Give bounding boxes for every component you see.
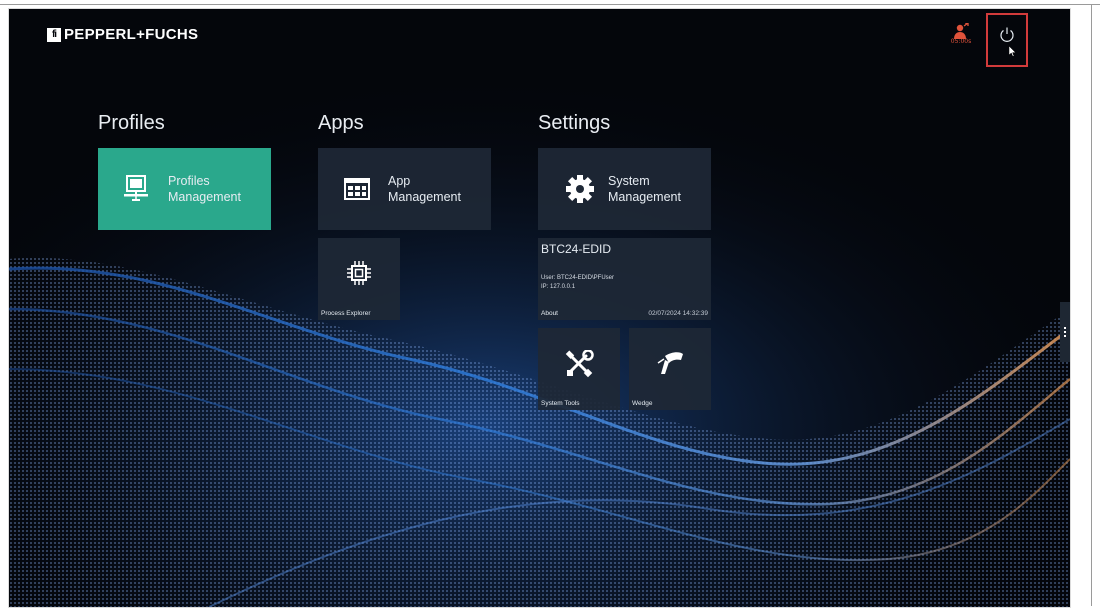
wedge-label: Wedge [632, 400, 653, 407]
section-title-settings: Settings [538, 112, 611, 134]
process-explorer-label: Process Explorer [321, 310, 371, 317]
brand-logo: fi PEPPERL+FUCHS [47, 26, 198, 43]
process-explorer-icon-wrap [318, 260, 400, 286]
more-vertical-icon [1064, 327, 1066, 337]
gear-icon [566, 175, 594, 203]
side-menu-handle[interactable] [1060, 302, 1070, 362]
tools-icon [565, 350, 594, 378]
system-tools-label: System Tools [541, 400, 580, 407]
app-management-line1: App [388, 174, 411, 188]
section-title-profiles: Profiles [98, 112, 165, 134]
frame-line-right [1091, 4, 1092, 606]
about-user: User: BTC24-EDID\PFUser [541, 275, 615, 281]
session-timer[interactable]: 05:00s [949, 23, 973, 45]
profiles-management-line2: Management [168, 190, 241, 204]
section-title-apps: Apps [318, 112, 364, 134]
system-tools-tile[interactable]: System Tools [538, 328, 620, 410]
mouse-cursor-icon [1009, 46, 1017, 57]
user-timer-icon [954, 23, 969, 39]
system-management-line2: Management [608, 190, 681, 204]
profiles-management-tile[interactable]: Profiles Management [98, 148, 271, 230]
logo-mark: fi [47, 27, 61, 42]
app-management-line2: Management [388, 190, 461, 204]
frame-line-top [0, 4, 1100, 5]
barcode-scanner-icon [657, 352, 683, 374]
desktop-screen: fi PEPPERL+FUCHS 05:00s Profiles Apps Se… [8, 8, 1071, 608]
about-tile[interactable]: BTC24-EDID User: BTC24-EDID\PFUser IP: 1… [538, 238, 711, 320]
profiles-management-line1: Profiles [168, 174, 210, 188]
system-tools-icon-wrap [538, 350, 620, 378]
about-datetime: 02/07/2024 14:32:39 [648, 310, 708, 317]
timer-text: 05:00s [950, 38, 972, 45]
system-management-tile[interactable]: System Management [538, 148, 711, 230]
process-explorer-tile[interactable]: Process Explorer [318, 238, 400, 320]
computer-icon [124, 175, 148, 201]
wedge-icon-wrap [629, 350, 711, 378]
logo-text: PEPPERL+FUCHS [64, 26, 199, 43]
power-button[interactable] [986, 13, 1028, 67]
wedge-tile[interactable]: Wedge [629, 328, 711, 410]
system-management-line1: System [608, 174, 650, 188]
power-icon [1000, 27, 1014, 42]
app-management-tile[interactable]: App Management [318, 148, 491, 230]
chip-icon [347, 261, 371, 285]
about-label: About [541, 310, 558, 317]
app-window-icon [344, 178, 370, 200]
device-name: BTC24-EDID [541, 242, 612, 256]
about-ip: IP: 127.0.0.1 [541, 284, 576, 290]
